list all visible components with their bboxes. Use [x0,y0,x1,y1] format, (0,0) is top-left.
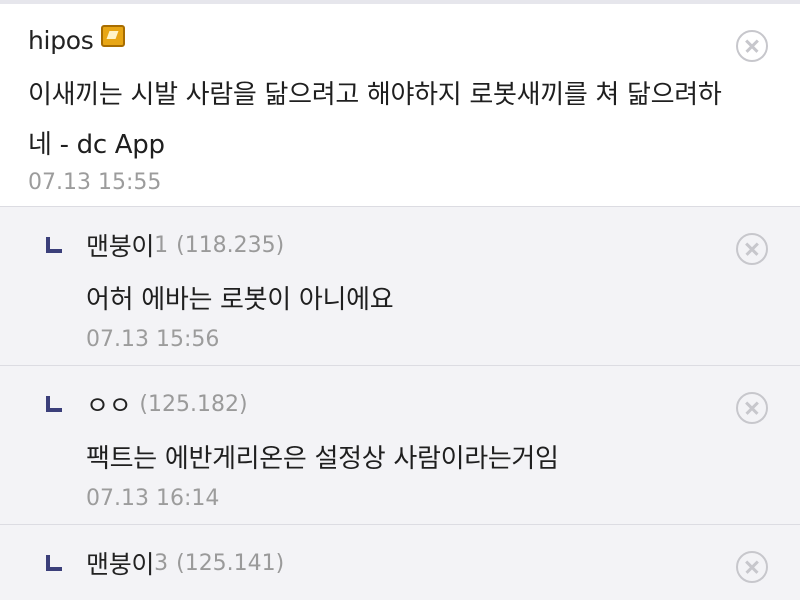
delete-comment-close-icon[interactable] [736,30,768,62]
reply-item: 맨붕이 3 (125.141) [0,525,800,600]
reply-nickname[interactable]: 맨붕이 [86,545,154,581]
reply-nickname-suffix: 3 [154,550,169,576]
reply-ip: (125.182) [139,391,248,417]
reply-header: ㅇㅇ (125.182) [86,386,730,422]
reply-nickname-suffix: 1 [154,232,169,258]
delete-reply-close-icon[interactable] [736,233,768,265]
comment-text: 이새끼는 시발 사람을 닮으려고 해야하지 로봇새끼를 쳐 닮으려하네 - dc… [28,80,722,160]
reply-item: ㅇㅇ (125.182) 팩트는 에반게리온은 설정상 사람이라는거임 07.1… [0,366,800,525]
reply-text: 팩트는 에반게리온은 설정상 사람이라는거임 [86,444,559,474]
comment-timestamp: 07.13 15:55 [28,170,162,195]
comment-list-page: hipos 이새끼는 시발 사람을 닮으려고 해야하지 로봇새끼를 쳐 닮으려하… [0,0,800,600]
comment-header: hipos [28,22,730,58]
delete-reply-close-icon[interactable] [736,551,768,583]
comment-item: hipos 이새끼는 시발 사람을 닮으려고 해야하지 로봇새끼를 쳐 닮으려하… [0,4,800,207]
reply-timestamp: 07.13 15:56 [86,327,220,352]
comment-nickname[interactable]: hipos [28,26,94,55]
reply-timestamp: 07.13 16:14 [86,486,220,511]
reply-arrow-icon [46,396,62,412]
reply-nickname[interactable]: 맨붕이 [86,227,154,263]
gallery-manager-badge-icon [101,25,126,47]
reply-ip: (118.235) [176,232,285,258]
delete-reply-close-icon[interactable] [736,392,768,424]
reply-arrow-icon [46,237,62,253]
reply-header: 맨붕이 3 (125.141) [86,545,730,581]
reply-header: 맨붕이 1 (118.235) [86,227,730,263]
reply-ip: (125.141) [176,550,285,576]
reply-nickname[interactable]: ㅇㅇ [86,386,132,422]
reply-item: 맨붕이 1 (118.235) 어허 에바는 로봇이 아니에요 07.13 15… [0,207,800,366]
reply-arrow-icon [46,555,62,571]
reply-text: 어허 에바는 로봇이 아니에요 [86,285,394,315]
